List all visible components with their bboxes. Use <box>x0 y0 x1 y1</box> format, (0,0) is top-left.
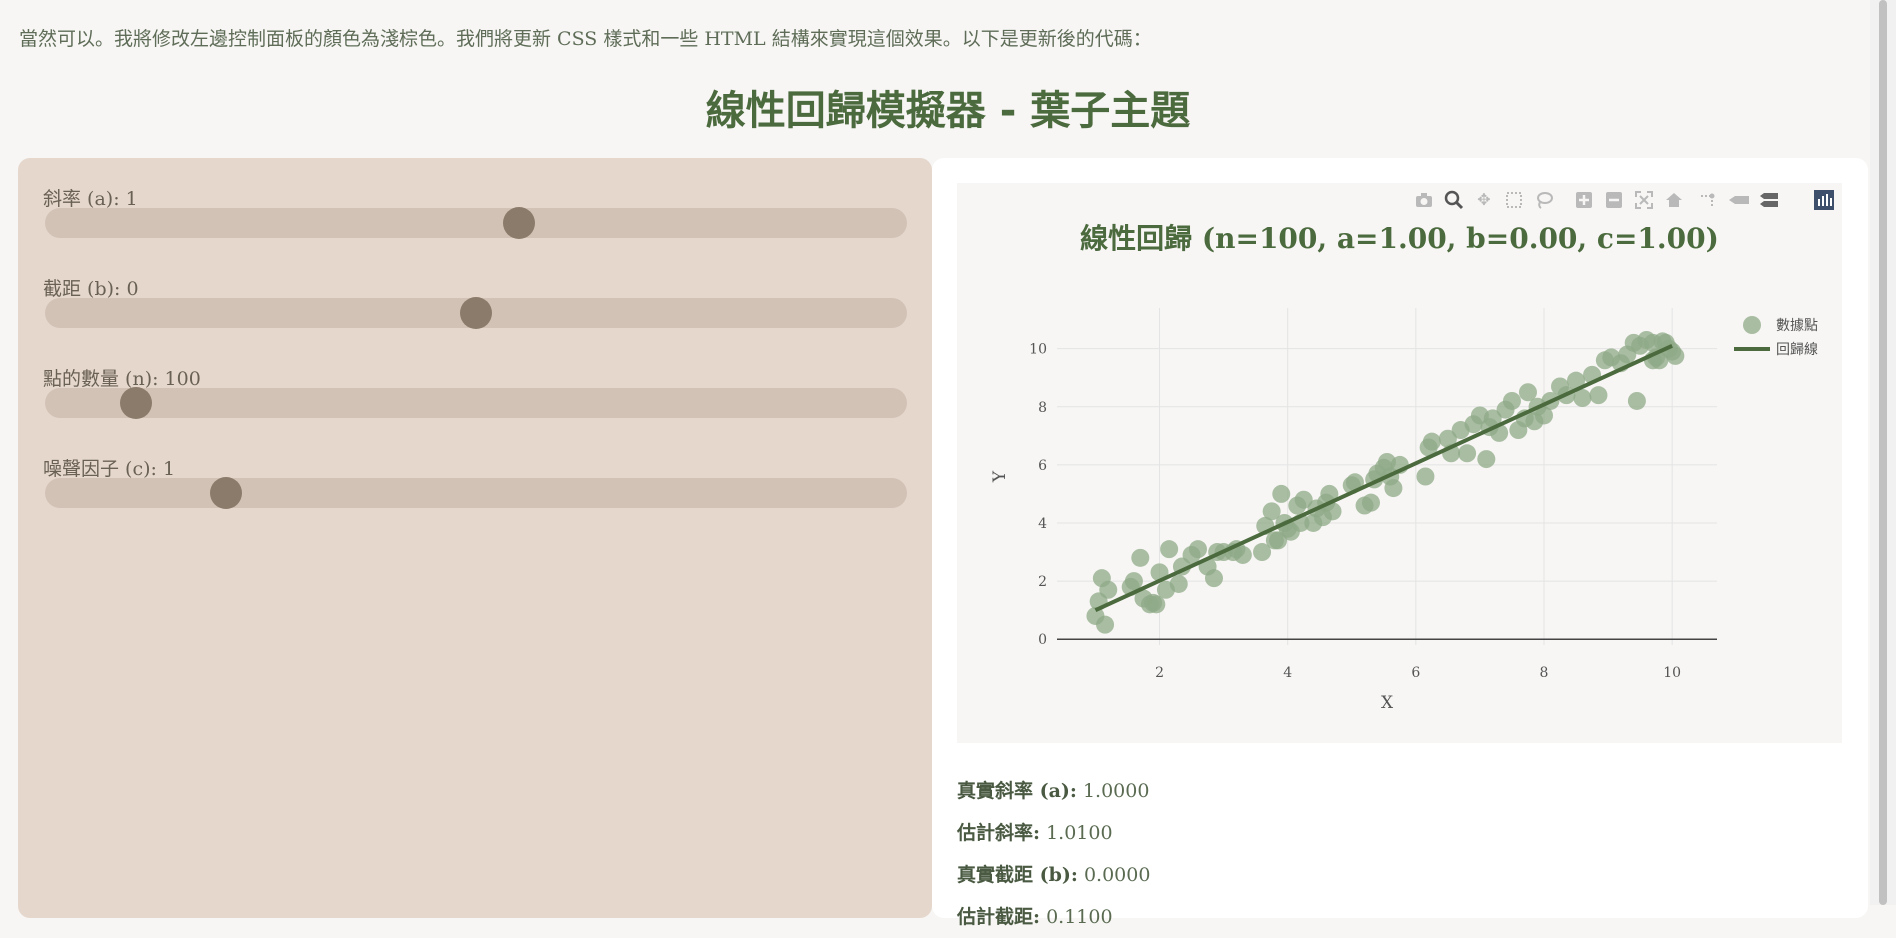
points-count-label: 點的數量 (n): 100 <box>43 368 201 390</box>
scrollbar-thumb[interactable] <box>1879 0 1887 905</box>
noise-slider-thumb[interactable] <box>210 477 243 509</box>
y-tick-label: 10 <box>1029 342 1047 358</box>
data-point <box>1272 484 1291 503</box>
data-point <box>1416 467 1435 486</box>
data-point <box>1589 386 1608 405</box>
slope-slider-thumb[interactable] <box>503 207 536 239</box>
data-point <box>1099 580 1118 599</box>
data-point <box>1124 572 1143 591</box>
y-tick-label: 4 <box>1038 516 1047 532</box>
x-tick-label: 8 <box>1540 665 1549 681</box>
y-tick-label: 6 <box>1038 458 1047 474</box>
stat-estimated-slope: 估計斜率: 1.0100 <box>957 812 1837 854</box>
y-tick-label: 8 <box>1038 400 1047 416</box>
legend-line-label: 回歸線 <box>1776 341 1818 358</box>
points-count-slider[interactable] <box>45 387 907 419</box>
stat-label: 估計斜率: <box>957 822 1041 844</box>
results-panel: ✥ 線性回歸 (n=100, a=1.00, b=0.00, c=1.00) 2… <box>932 158 1868 928</box>
stat-true-intercept: 真實截距 (b): 0.0000 <box>957 854 1837 896</box>
page-scrollbar[interactable] <box>1870 0 1896 905</box>
stat-value: 1.0000 <box>1082 780 1150 802</box>
x-tick-label: 2 <box>1155 665 1164 681</box>
slope-slider[interactable] <box>45 207 907 239</box>
stat-value: 0.1100 <box>1046 906 1113 928</box>
data-point <box>1204 569 1223 588</box>
stat-label: 真實截距 (b): <box>957 864 1078 886</box>
points-count-slider-thumb[interactable] <box>119 387 152 419</box>
intro-text: 當然可以。我將修改左邊控制面板的顏色為淺棕色。我們將更新 CSS 樣式和一些 H… <box>19 28 1152 50</box>
scatter-chart[interactable]: 2 4 6 8 10 0 2 4 6 8 10 X Y 數據點回歸線 <box>957 183 1842 743</box>
data-point <box>1160 540 1179 559</box>
data-point <box>1131 548 1150 567</box>
data-point <box>1188 540 1207 559</box>
page-title: 線性回歸模擬器 - 葉子主題 <box>705 88 1191 134</box>
data-point <box>1458 444 1477 463</box>
data-point <box>1502 391 1521 410</box>
slope-label: 斜率 (a): 1 <box>43 188 138 210</box>
x-tick-label: 10 <box>1663 665 1681 681</box>
intercept-slider-thumb[interactable] <box>460 297 492 329</box>
noise-slider[interactable] <box>45 477 907 509</box>
stat-label: 真實斜率 (a): <box>957 780 1077 802</box>
regression-line <box>1094 343 1673 612</box>
plot-container: ✥ 線性回歸 (n=100, a=1.00, b=0.00, c=1.00) 2… <box>957 183 1842 743</box>
legend-points-marker <box>1743 316 1761 334</box>
intercept-label: 截距 (b): 0 <box>43 278 139 300</box>
noise-label: 噪聲因子 (c): 1 <box>43 458 176 480</box>
x-tick-label: 4 <box>1283 665 1292 681</box>
legend-points-label: 數據點 <box>1776 318 1818 334</box>
x-tick-label: 6 <box>1411 665 1420 681</box>
data-point <box>1666 346 1685 365</box>
y-tick-label: 2 <box>1038 574 1047 590</box>
data-point <box>1169 574 1188 593</box>
y-tick-label: 0 <box>1038 632 1047 648</box>
stat-value: 0.0000 <box>1083 864 1151 886</box>
stat-label: 估計截距: <box>957 906 1041 928</box>
control-panel: 斜率 (a): 1 截距 (b): 0 點的數量 (n): 100 噪聲因子 (… <box>18 158 932 918</box>
intercept-slider[interactable] <box>45 297 907 329</box>
data-point <box>1643 333 1662 352</box>
stat-true-slope: 真實斜率 (a): 1.0000 <box>957 770 1837 812</box>
y-axis-label: Y <box>990 470 1010 483</box>
x-axis-label: X <box>1381 693 1394 713</box>
data-point <box>1096 615 1115 634</box>
stats-list: 真實斜率 (a): 1.0000 估計斜率: 1.0100 真實截距 (b): … <box>957 770 1837 938</box>
data-point <box>1627 391 1646 410</box>
stat-value: 1.0100 <box>1046 822 1113 844</box>
data-point <box>1422 432 1441 451</box>
data-point <box>1361 493 1380 512</box>
data-point <box>1384 479 1403 498</box>
data-point <box>1477 450 1496 469</box>
stat-estimated-intercept: 估計截距: 0.1100 <box>957 896 1837 938</box>
